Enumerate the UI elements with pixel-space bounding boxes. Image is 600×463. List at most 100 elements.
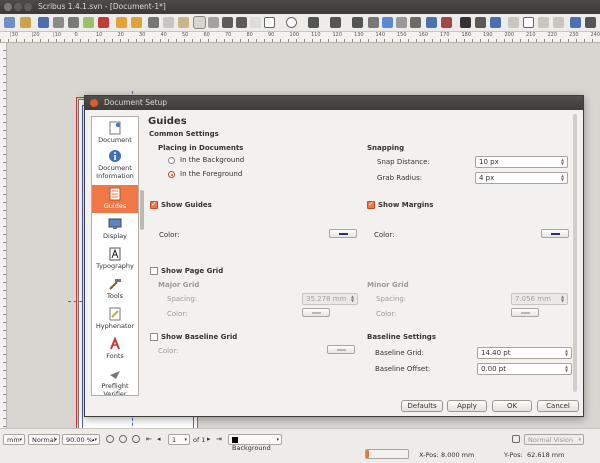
zoom-out-icon[interactable] [106,435,114,443]
first-page-icon[interactable]: ⇤ [146,435,152,443]
nav-item-hyphenator[interactable]: Hyphenator [92,305,138,333]
preview-mode-icon[interactable] [512,435,520,443]
nav-item-preflight-verifier[interactable]: Preflight Verifier [92,365,138,395]
baseline-grid-input[interactable]: 14.40 pt ▲ ▼ [477,347,572,359]
show-margins-checkbox[interactable] [367,200,375,209]
print-icon[interactable] [68,17,79,28]
previous-page-icon[interactable]: ◂ [157,435,161,443]
pdf-export-icon[interactable] [98,17,109,28]
margins-color-button[interactable] [541,229,569,238]
text-annotation-icon[interactable] [570,17,581,28]
window-minimize-button[interactable] [14,3,22,11]
nav-scrollbar-thumb[interactable] [140,190,144,230]
window-maximize-button[interactable] [24,3,32,11]
rotate-icon[interactable] [368,17,379,28]
spinner-arrows-icon[interactable]: ▲ ▼ [561,295,566,303]
show-page-grid-label[interactable]: Show Page Grid [161,267,223,275]
preflight-toolbar-icon[interactable] [83,17,94,28]
baseline-color-button[interactable] [327,345,355,354]
zoom-input[interactable]: 90.00 % ▴▾ [62,434,100,445]
edit-text-icon[interactable] [410,17,421,28]
zoom-icon[interactable] [382,17,393,28]
apply-button[interactable]: Apply [447,400,487,412]
nav-item-typography[interactable]: Typography [92,245,138,273]
nav-scrollbar[interactable] [140,116,145,396]
nav-item-tools[interactable]: Tools [92,275,138,303]
view-mode-select[interactable]: Normal ▾ [28,434,60,445]
dialog-close-button[interactable] [90,99,98,107]
background-radio[interactable] [168,157,175,164]
link-annotation-icon[interactable] [585,17,596,28]
image-frame-icon[interactable] [222,17,233,28]
spinner-arrows-icon[interactable]: ▲ ▼ [351,295,356,303]
spinner-arrows-icon[interactable]: ▲ ▼ [561,158,566,166]
nav-item-document-information[interactable]: Document Information [92,147,138,183]
vertical-ruler[interactable] [0,43,7,428]
freehand-icon[interactable] [352,17,363,28]
minor-spacing-input[interactable]: 7.056 mm ▲ ▼ [511,293,568,305]
minor-grid-color-button[interactable] [511,308,539,317]
text-frame-icon[interactable] [208,17,219,28]
next-page-icon[interactable]: ▸ [207,435,211,443]
copy-properties-icon[interactable] [475,17,486,28]
spinner-arrows-icon[interactable]: ▲ ▼ [565,365,570,373]
spinner-arrows-icon[interactable]: ▲ ▼ [565,349,570,357]
eyedropper-icon[interactable] [490,17,501,28]
grab-radius-input[interactable]: 4 px ▲ ▼ [475,172,568,184]
pdf-listbox-icon[interactable] [553,17,564,28]
zoom-100-icon[interactable] [119,435,127,443]
edit-contents-icon[interactable] [396,17,407,28]
line-icon[interactable] [308,17,319,28]
foreground-radio[interactable] [168,171,175,178]
major-spacing-input[interactable]: 35.278 mm ▲ ▼ [302,293,358,305]
unit-select[interactable]: mm ▾ [3,434,25,445]
guides-color-button[interactable] [329,229,357,238]
foreground-radio-label[interactable]: In the Foreground [180,170,242,178]
vision-select[interactable]: Normal Vision ▾ [524,434,584,445]
paste-icon[interactable] [178,17,189,28]
nav-item-fonts[interactable]: Fonts [92,335,138,363]
cut-icon[interactable] [148,17,159,28]
layer-select[interactable]: Background ▾ [228,434,282,452]
page-number-select[interactable]: 1 ▾ [168,434,190,445]
copy-icon[interactable] [163,17,174,28]
open-icon[interactable] [20,17,31,28]
background-radio-label[interactable]: In the Background [180,156,244,164]
table-icon[interactable] [250,17,261,28]
nav-item-display[interactable]: Display [92,215,138,243]
cancel-button[interactable]: Cancel [537,400,579,412]
polygon-icon[interactable] [286,17,297,28]
show-margins-label[interactable]: Show Margins [378,201,433,209]
show-baseline-grid-label[interactable]: Show Baseline Grid [161,333,237,341]
nav-item-document[interactable]: Document [92,119,138,147]
save-icon[interactable] [38,17,49,28]
redo-icon[interactable] [131,17,142,28]
last-page-icon[interactable]: ⇥ [216,435,222,443]
snap-distance-input[interactable]: 10 px ▲ ▼ [475,156,568,168]
pdf-checkbox-icon[interactable] [523,17,534,28]
pdf-combobox-icon[interactable] [538,17,549,28]
show-guides-label[interactable]: Show Guides [161,201,212,209]
measurements-icon[interactable] [460,17,471,28]
unlink-frames-icon[interactable] [441,17,452,28]
show-baseline-grid-checkbox[interactable] [150,333,158,341]
pdf-pushbutton-icon[interactable] [508,17,519,28]
ok-button[interactable]: OK [492,400,532,412]
window-close-button[interactable] [4,3,12,11]
new-document-icon[interactable] [4,17,15,28]
baseline-offset-input[interactable]: 0.00 pt ▲ ▼ [477,363,572,375]
close-document-icon[interactable] [53,17,64,28]
shape-icon[interactable] [264,17,275,28]
link-frames-icon[interactable] [426,17,437,28]
undo-icon[interactable] [116,17,127,28]
show-guides-checkbox[interactable] [150,200,158,209]
spinner-arrows-icon[interactable]: ▲ ▼ [561,174,566,182]
zoom-in-icon[interactable] [132,435,140,443]
show-page-grid-checkbox[interactable] [150,267,158,275]
nav-item-guides[interactable]: Guides [92,185,138,213]
select-tool-icon[interactable] [193,16,206,29]
defaults-button[interactable]: Defaults [401,400,443,412]
render-frame-icon[interactable] [236,17,247,28]
panel-scrollbar-thumb[interactable] [573,114,577,392]
major-grid-color-button[interactable] [302,308,330,317]
